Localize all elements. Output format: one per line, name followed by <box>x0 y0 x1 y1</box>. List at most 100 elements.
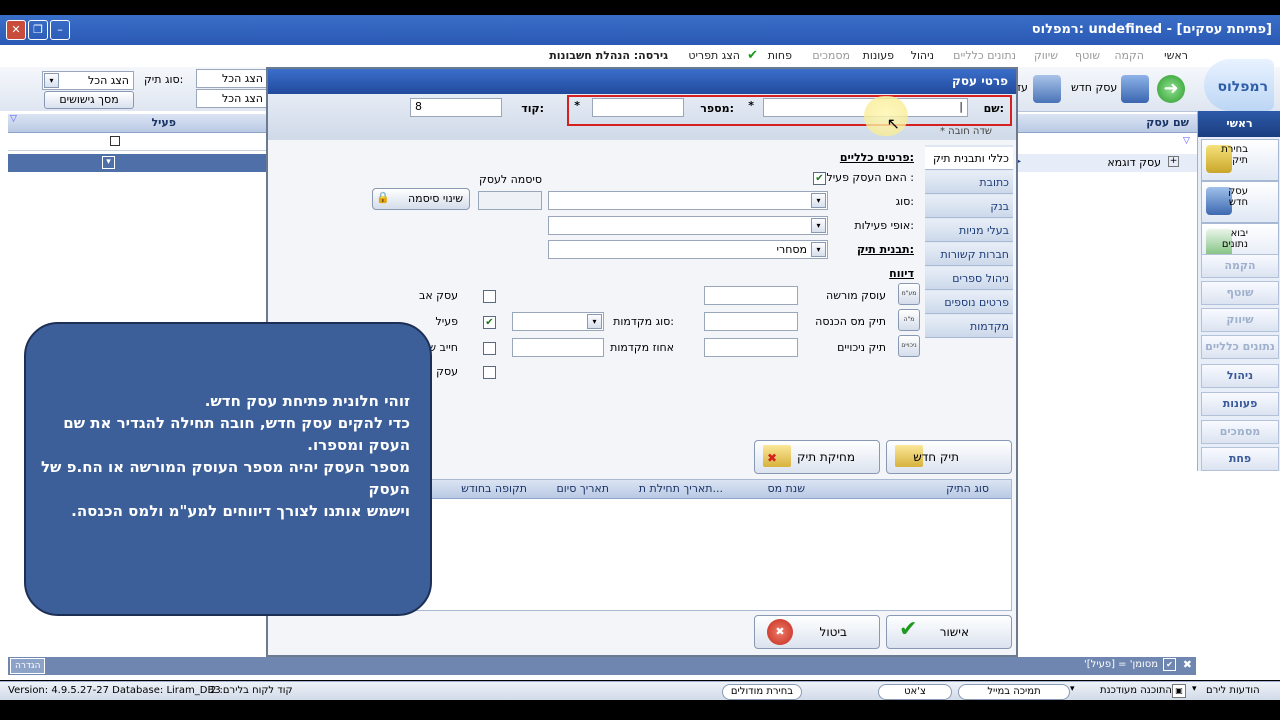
menu-management[interactable]: ניהול <box>911 49 934 62</box>
minimize-icon[interactable]: – <box>50 20 70 40</box>
advances-type-select[interactable]: ▾ <box>512 312 604 331</box>
sidebar-item-marketing[interactable]: שיווק <box>1201 308 1279 332</box>
activity-select[interactable]: ▾ <box>548 216 828 235</box>
ok-button[interactable]: ✔ אישור <box>886 615 1012 649</box>
change-password-button[interactable]: 🔒 שינוי סיסמה <box>372 188 470 210</box>
template-label: תבנית תיק: <box>856 243 914 256</box>
active-filter-checkbox[interactable] <box>110 136 120 146</box>
new-file-button[interactable]: תיק חדש <box>886 440 1012 474</box>
exempt-checkbox[interactable] <box>483 366 496 379</box>
balloon-line-4: וישמש אותנו לצורך דיווחים למע"מ ולמס הכנ… <box>71 502 410 520</box>
tab-general[interactable]: כללי ותבנית תיק <box>925 147 1013 170</box>
type-select[interactable]: ▾ <box>548 191 828 210</box>
sidebar-item-depreciation[interactable]: פחת <box>1201 447 1279 471</box>
col-tax-year[interactable]: שנת מס <box>767 482 805 495</box>
cancel-button[interactable]: ✖ ביטול <box>754 615 880 649</box>
messages-text[interactable]: הודעות לירם <box>1206 685 1260 696</box>
filter-text: 'מסומן' = [פעיל] <box>1084 659 1158 670</box>
col-active-header[interactable]: פעיל <box>152 116 176 129</box>
col-file-type[interactable]: סוג התיק <box>946 482 989 495</box>
sidebar-select-file[interactable]: בחירת תיק <box>1201 139 1279 181</box>
sidebar-item-decoding[interactable]: פעונות <box>1201 392 1279 416</box>
tab-bookkeeping[interactable]: ניהול ספרים <box>925 267 1013 290</box>
type-label: סוג: <box>895 195 914 208</box>
advances-percent-input[interactable] <box>512 338 604 357</box>
dialog-title: פרטי עסק <box>952 74 1008 88</box>
menu-decoding[interactable]: פעונות <box>863 49 894 62</box>
show-all-field-1[interactable]: הצג הכל <box>196 69 268 88</box>
dropdown-arrow-icon[interactable]: ▾ <box>1070 684 1075 694</box>
checkmark-icon: ✔ <box>899 617 918 642</box>
restore-icon[interactable]: ❐ <box>28 20 48 40</box>
delete-folder-icon: ✖ <box>763 445 791 467</box>
active-flag-checkbox[interactable]: ✔ <box>483 316 496 329</box>
sidebar-main-header[interactable]: ראשי <box>1198 111 1280 137</box>
menu-depreciation[interactable]: פחות <box>768 49 792 62</box>
grid-selected-row[interactable]: ▾ <box>8 154 266 172</box>
sidebar-item-setup[interactable]: הקמה <box>1201 254 1279 278</box>
deductions-input[interactable] <box>704 338 798 357</box>
grid-row[interactable]: ▸ + עסק דוגמא <box>1014 154 1197 172</box>
vat-input[interactable] <box>704 286 798 305</box>
menu-ongoing[interactable]: שוטף <box>1075 49 1100 62</box>
dialog-header: שם: | * מספר: * קוד: 8 ↖ * שדה חובה <box>268 94 1016 140</box>
filter-enabled-checkbox[interactable]: ✔ <box>1163 658 1176 671</box>
monitor-icon: ▣ <box>1172 684 1186 698</box>
vat-button[interactable]: מע"מ <box>898 283 920 305</box>
income-tax-button[interactable]: מ"ה <box>898 309 920 331</box>
col-business-name-header[interactable]: שם עסק <box>1146 116 1189 129</box>
show-all-field-2[interactable]: הצג הכל <box>196 89 268 108</box>
active-question-label: האם העסק פעיל : <box>826 171 914 184</box>
tab-advances[interactable]: מקדמות <box>925 315 1013 338</box>
title-bar: רמפלוס: undefined - [פתיחת עסקים] ✕ ❐ – <box>0 15 1280 45</box>
records-button[interactable]: מסך גישושים <box>44 91 134 109</box>
chevron-down-icon[interactable]: ▾ <box>102 156 115 169</box>
tab-shareholders[interactable]: בעלי מניות <box>925 219 1013 242</box>
sidebar-item-ongoing[interactable]: שוטף <box>1201 281 1279 305</box>
dropdown-arrow-icon-2[interactable]: ▾ <box>1192 684 1197 694</box>
sidebar-item-management[interactable]: ניהול <box>1201 364 1279 388</box>
clear-filter-icon[interactable]: ✖ <box>1183 658 1192 671</box>
template-select[interactable]: ▾ מסחרי <box>548 240 828 259</box>
define-filter-button[interactable]: הגדרה <box>10 658 46 674</box>
balloon-line-2: כדי להקים עסק חדש, חובה תחילה להגדיר את … <box>63 414 410 454</box>
obligated-checkbox[interactable] <box>483 342 496 355</box>
close-icon[interactable]: ✕ <box>6 20 26 40</box>
code-label: קוד: <box>521 102 544 115</box>
col-period[interactable]: תקופה בחודש <box>461 482 527 495</box>
required-note: * שדה חובה <box>939 126 992 137</box>
new-business-icon[interactable] <box>1121 75 1149 103</box>
parent-business-checkbox[interactable] <box>483 290 496 303</box>
file-type-select[interactable]: ▾ הצג הכל <box>42 71 134 90</box>
tab-bank[interactable]: בנק <box>925 195 1013 218</box>
deductions-button[interactable]: ניכויים <box>898 335 920 357</box>
business-list-icon[interactable] <box>1033 75 1061 103</box>
menu-documents[interactable]: מסמכים <box>812 49 850 62</box>
menu-main[interactable]: ראשי <box>1164 49 1188 62</box>
sidebar-item-documents[interactable]: מסמכים <box>1201 420 1279 444</box>
sidebar-new-business[interactable]: עסק חדש <box>1201 181 1279 223</box>
sidebar-item-general-data[interactable]: נתונים כלליים <box>1201 335 1279 359</box>
tab-related-companies[interactable]: חברות קשורות <box>925 243 1013 266</box>
expand-icon[interactable]: + <box>1168 156 1179 167</box>
income-tax-input[interactable] <box>704 312 798 331</box>
next-arrow-icon[interactable]: ➜ <box>1157 75 1185 103</box>
menu-show-menu[interactable]: הצג תפריט <box>688 49 740 62</box>
code-input[interactable]: 8 <box>410 98 502 117</box>
filter-icon-right[interactable]: ▽ <box>1183 136 1190 146</box>
chat-button[interactable]: צ'אט <box>878 684 952 700</box>
new-business-label[interactable]: עסק חדש <box>1071 81 1117 94</box>
col-start-date[interactable]: תאריך תחילת ת... <box>639 482 723 495</box>
menu-setup[interactable]: הקמה <box>1114 49 1144 62</box>
tab-address[interactable]: כתובת <box>925 171 1013 194</box>
delete-file-button[interactable]: ✖ מחיקת תיק <box>754 440 880 474</box>
menu-general-data[interactable]: נתונים כלליים <box>953 49 1016 62</box>
tab-more-details[interactable]: פרטים נוספים <box>925 291 1013 314</box>
remote-support-button[interactable]: תמיכה במייל <box>958 684 1070 700</box>
business-password-field[interactable] <box>478 191 542 210</box>
col-end-date[interactable]: תאריך סיום <box>556 482 609 495</box>
menu-marketing[interactable]: שיווק <box>1034 49 1058 62</box>
active-checkbox[interactable]: ✔ <box>813 172 826 185</box>
modules-button[interactable]: בחירת מודולים <box>722 684 802 700</box>
filter-icon[interactable]: ▽ <box>10 114 17 124</box>
